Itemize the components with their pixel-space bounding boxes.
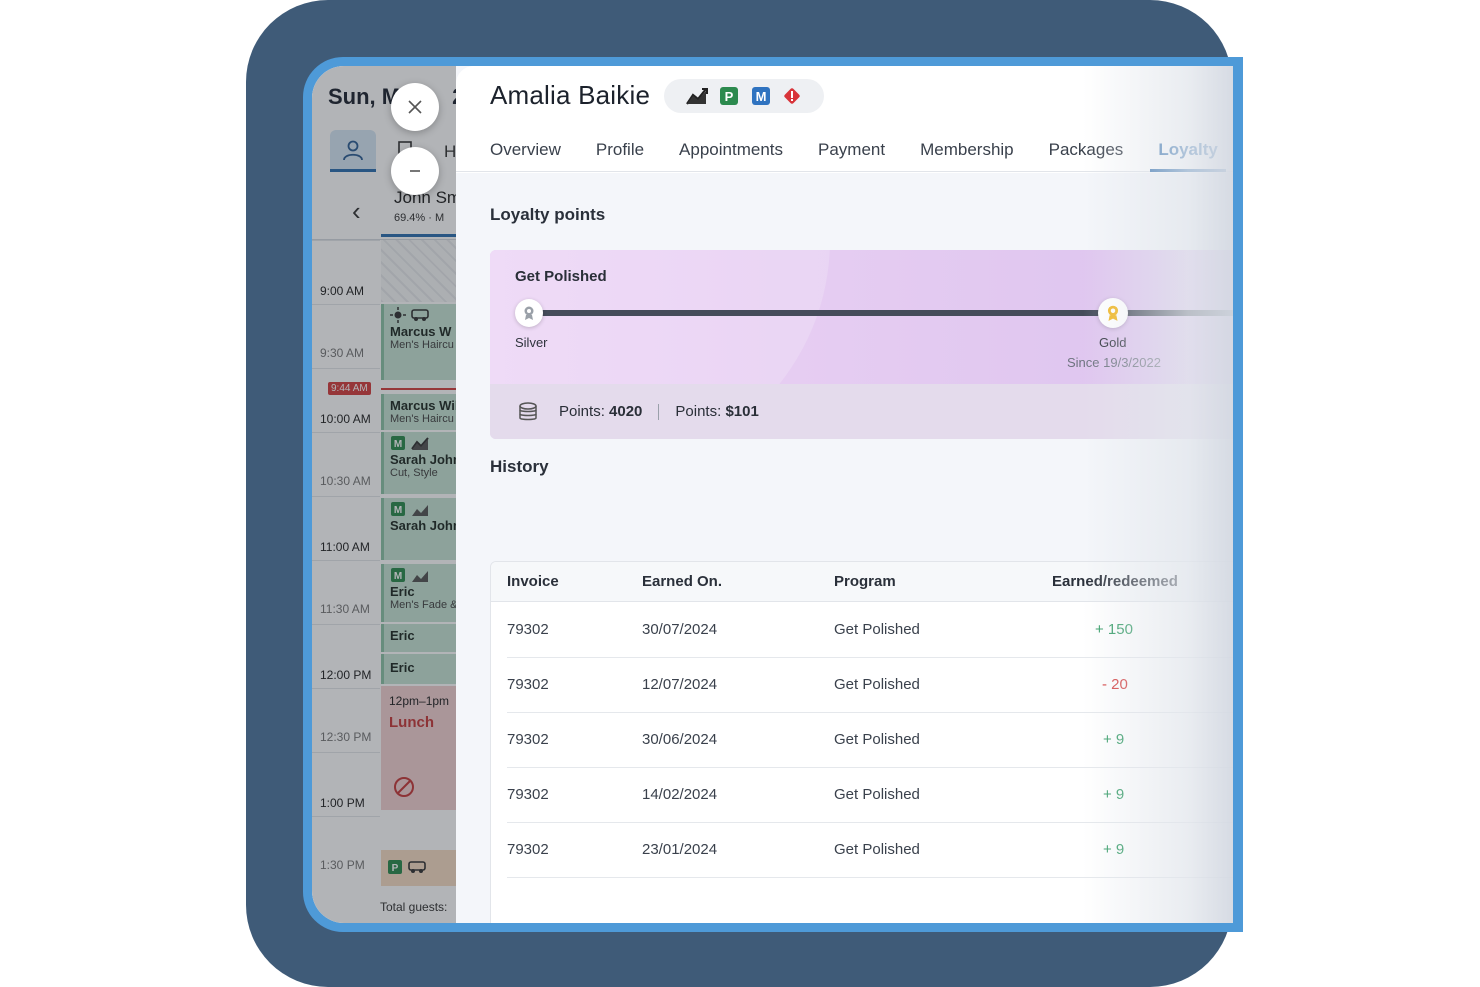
- cell-date: 12/07/2024: [642, 676, 718, 693]
- trend-icon: [685, 88, 708, 105]
- table-row: 79302 23/01/2024 Get Polished + 9: [507, 823, 1233, 878]
- column-header-program: Program: [834, 573, 896, 590]
- cell-invoice: 79302: [507, 731, 549, 748]
- loyalty-tier-progress: Get Polished Silver Gold Since 19/3/2022: [490, 250, 1233, 439]
- cell-amount: + 9: [1103, 731, 1125, 748]
- tab-profile[interactable]: Profile: [596, 132, 644, 172]
- calendar-view: Sun, M2 H ‹ John Sm 69.4% · M 9:00 A: [312, 66, 456, 923]
- cell-amount: + 150: [1095, 621, 1133, 638]
- m-badge-icon: M: [751, 87, 770, 105]
- tier-silver-marker: [515, 299, 543, 327]
- cell-invoice: 79302: [507, 621, 549, 638]
- cell-date: 30/07/2024: [642, 621, 718, 638]
- silver-medal-icon: [524, 306, 534, 320]
- page: Sun, M2 H ‹ John Sm 69.4% · M 9:00 A: [0, 0, 1480, 987]
- cell-invoice: 79302: [507, 676, 549, 693]
- loyalty-content: Loyalty points Get Polished Silver Gold: [456, 173, 1233, 923]
- tab-packages[interactable]: Packages: [1049, 132, 1124, 172]
- program-name: Get Polished: [515, 268, 607, 285]
- points-balance: Points: 4020: [559, 403, 643, 420]
- column-header-earned-redeemed: Earned/redeemed: [1052, 573, 1178, 590]
- client-tabs: Overview Profile Appointments Payment Me…: [490, 132, 1233, 172]
- table-row: 79302 12/07/2024 Get Polished - 20: [507, 658, 1233, 713]
- gold-medal-icon: [1107, 305, 1119, 321]
- table-row: 79302 14/02/2024 Get Polished + 9: [507, 768, 1233, 823]
- tab-loyalty[interactable]: Loyalty: [1150, 132, 1226, 172]
- tier-gold-label: Gold: [1099, 335, 1127, 350]
- cell-invoice: 79302: [507, 786, 549, 803]
- column-header-earned-on: Earned On.: [642, 573, 723, 590]
- client-tags: P M: [664, 79, 824, 113]
- modal-backdrop[interactable]: [312, 66, 456, 923]
- minus-icon: [410, 170, 420, 172]
- tab-appointments[interactable]: Appointments: [679, 132, 783, 172]
- tab-payment[interactable]: Payment: [818, 132, 885, 172]
- cell-date: 14/02/2024: [642, 786, 718, 803]
- table-row: 79302 30/07/2024 Get Polished + 150: [507, 603, 1233, 658]
- tier-gold-since: Since 19/3/2022: [1067, 355, 1161, 370]
- coins-icon: [519, 401, 537, 420]
- tier-gold-marker: [1098, 298, 1128, 328]
- client-header: Amalia Baikie P M Overview Profile Appoi…: [456, 66, 1233, 172]
- history-header-row: Invoice Earned On. Program Earned/redeem…: [491, 562, 1233, 602]
- history-table: Invoice Earned On. Program Earned/redeem…: [490, 561, 1233, 923]
- loyalty-section-title: Loyalty points: [490, 205, 606, 224]
- cell-date: 23/01/2024: [642, 841, 718, 858]
- cell-program: Get Polished: [834, 731, 920, 748]
- p-badge-icon: P: [720, 87, 739, 105]
- column-header-invoice: Invoice: [507, 573, 559, 590]
- minimize-button[interactable]: [391, 147, 439, 195]
- cell-amount: + 9: [1103, 786, 1125, 803]
- cell-program: Get Polished: [834, 676, 920, 693]
- tier-silver-label: Silver: [515, 335, 548, 350]
- cell-program: Get Polished: [834, 621, 920, 638]
- cell-program: Get Polished: [834, 786, 920, 803]
- cell-program: Get Polished: [834, 841, 920, 858]
- svg-text:P: P: [725, 89, 734, 104]
- cell-amount: + 9: [1103, 841, 1125, 858]
- client-name: Amalia Baikie: [490, 80, 651, 110]
- cell-invoice: 79302: [507, 841, 549, 858]
- points-money-value: Points: $101: [675, 403, 759, 420]
- points-separator: [658, 403, 660, 420]
- history-section-title: History: [490, 457, 549, 476]
- tab-membership[interactable]: Membership: [920, 132, 1014, 172]
- loyalty-program-card: Get Polished Silver Gold Since 19/3/2022: [490, 250, 1233, 439]
- points-summary: Points: 4020 Points: $101: [490, 384, 1233, 439]
- close-icon: [408, 100, 422, 114]
- tab-overview[interactable]: Overview: [490, 132, 561, 172]
- table-row: 79302 30/06/2024 Get Polished + 9: [507, 713, 1233, 768]
- client-panel: Amalia Baikie P M Overview Profile Appoi…: [456, 66, 1233, 923]
- cell-date: 30/06/2024: [642, 731, 718, 748]
- alert-icon: [784, 88, 801, 104]
- close-button[interactable]: [391, 83, 439, 131]
- device-screen: Sun, M2 H ‹ John Sm 69.4% · M 9:00 A: [312, 66, 1233, 923]
- svg-text:M: M: [755, 89, 766, 104]
- cell-amount: - 20: [1102, 676, 1128, 693]
